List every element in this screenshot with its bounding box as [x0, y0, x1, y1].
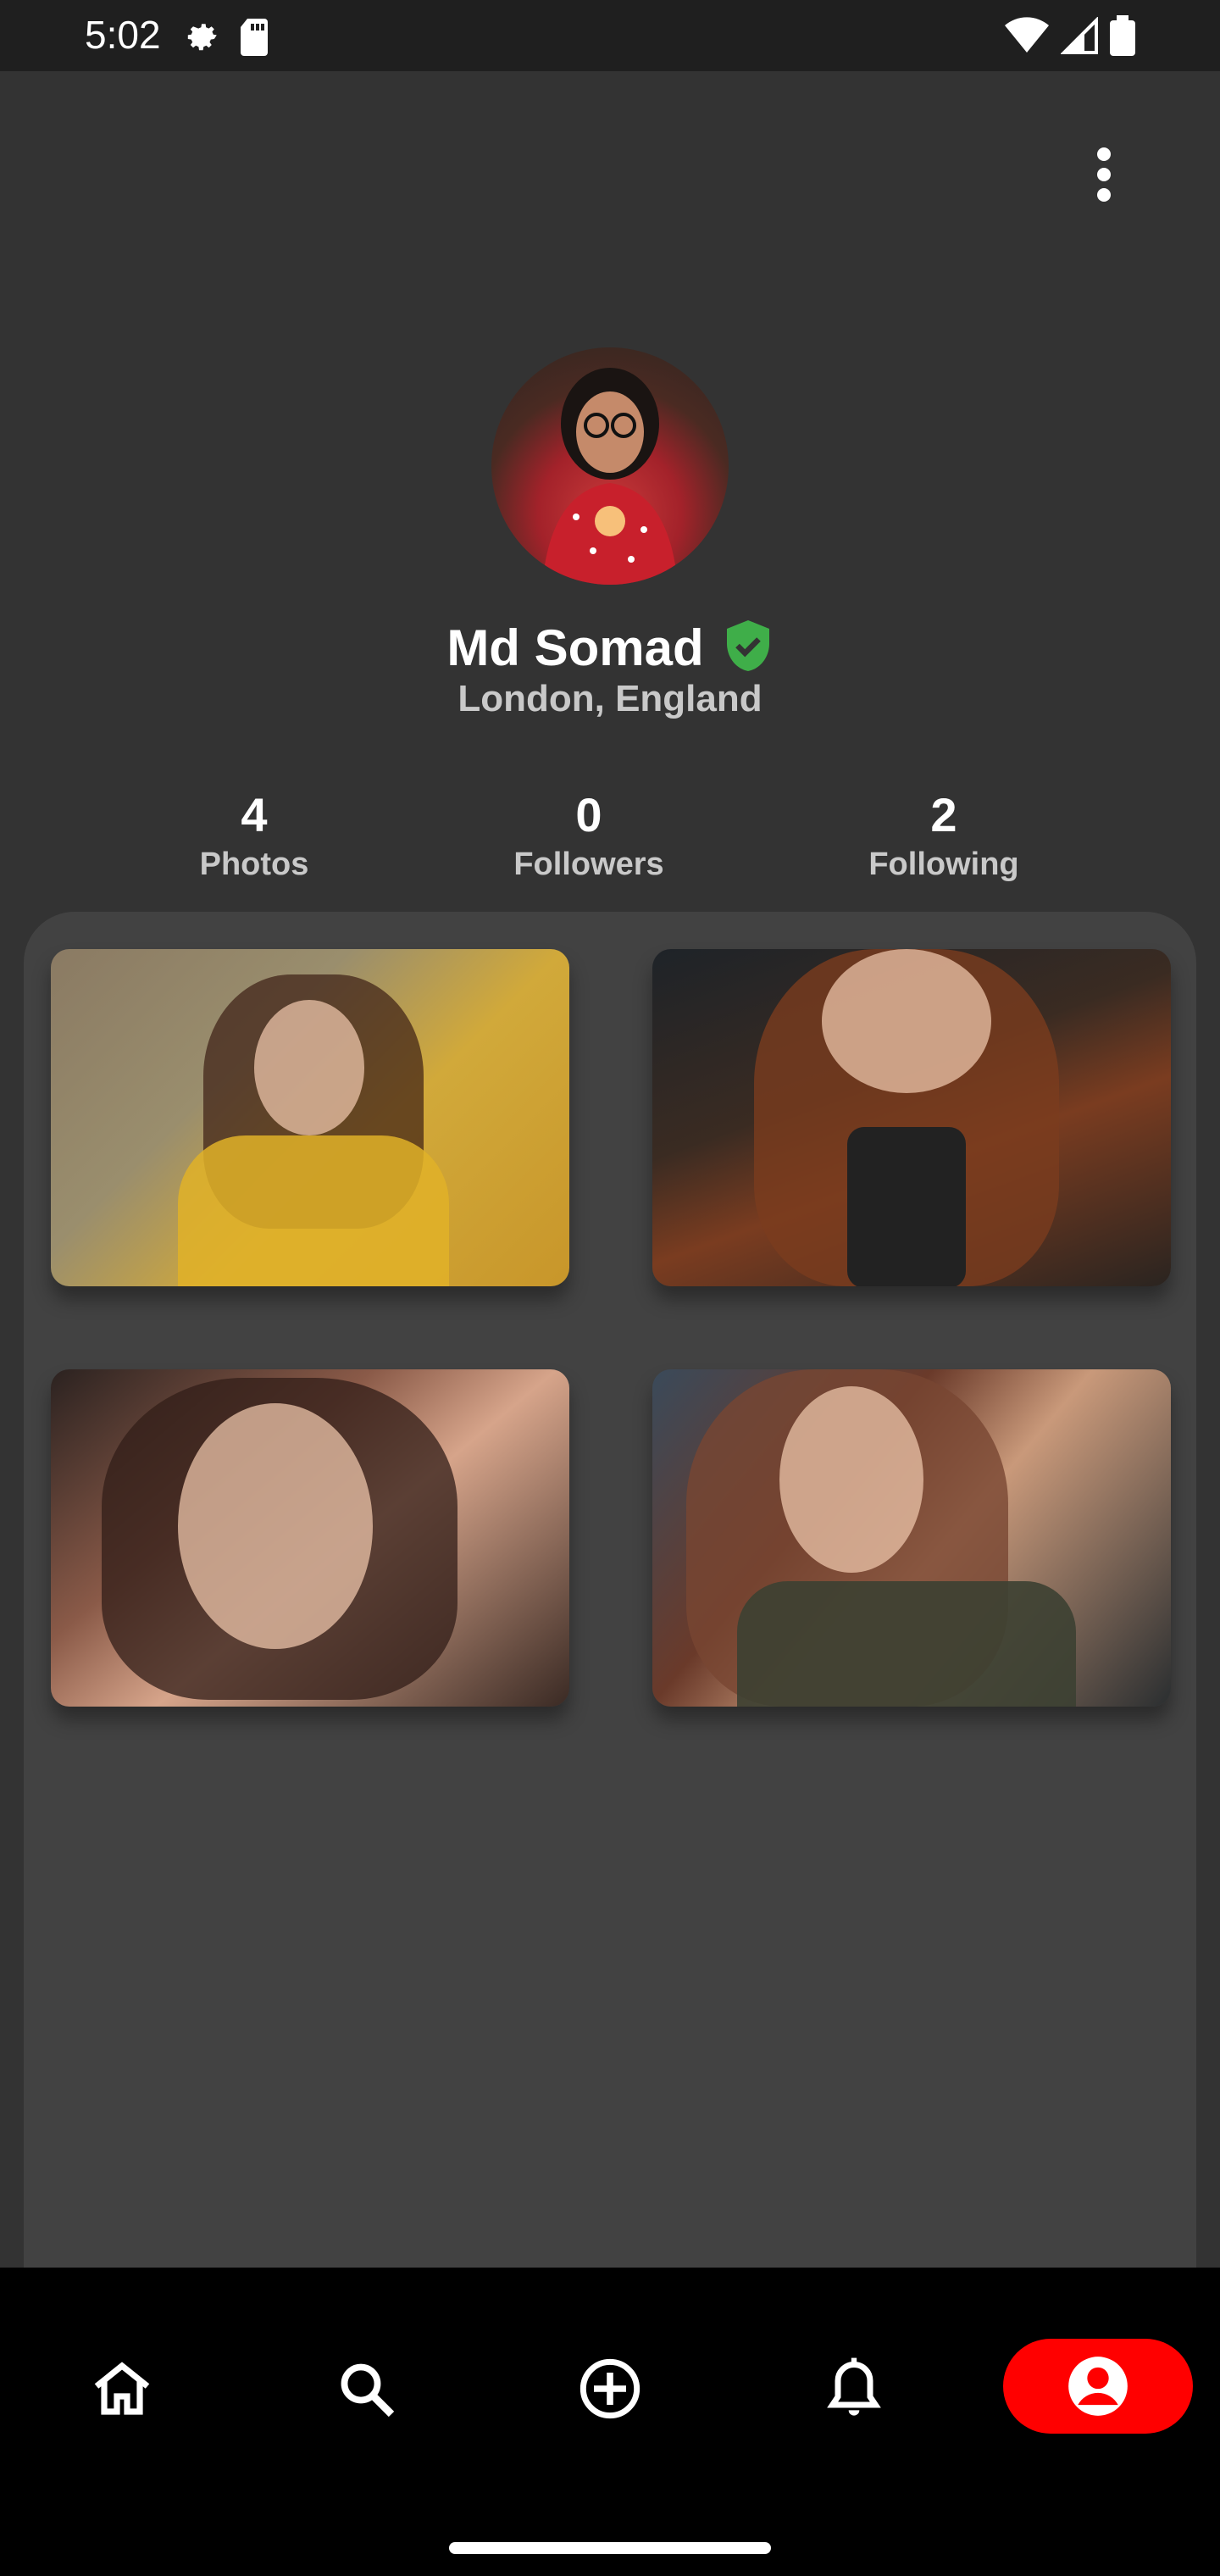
- stat-following-value: 2: [930, 788, 957, 841]
- home-icon: [94, 2362, 150, 2415]
- status-bar: 5:02: [0, 0, 1220, 71]
- avatar[interactable]: [491, 347, 729, 585]
- wifi-icon: [1005, 17, 1049, 58]
- signal-icon: [1060, 16, 1098, 58]
- add-circle-icon: [580, 2358, 640, 2419]
- stat-following-label: Following: [868, 847, 1019, 882]
- nav-home[interactable]: [71, 2342, 173, 2435]
- profile-name-row: Md Somad: [0, 617, 1220, 678]
- gesture-navigation-bar[interactable]: [449, 2542, 771, 2554]
- status-time: 5:02: [85, 13, 161, 57]
- stat-photos-value: 4: [241, 788, 268, 841]
- battery-icon: [1110, 15, 1135, 60]
- more-options-button[interactable]: [1076, 144, 1132, 205]
- profile-name: Md Somad: [446, 619, 704, 676]
- stat-followers-value: 0: [575, 788, 602, 841]
- photo-card[interactable]: [51, 1369, 569, 1707]
- stat-photos[interactable]: 4 Photos: [119, 786, 390, 885]
- photo-card[interactable]: [652, 949, 1171, 1286]
- avatar-image: [542, 368, 678, 585]
- nav-notifications[interactable]: [803, 2342, 905, 2435]
- verified-badge-icon: [723, 618, 774, 678]
- nav-add[interactable]: [559, 2342, 661, 2435]
- stat-followers-label: Followers: [513, 847, 664, 882]
- photo-card[interactable]: [652, 1369, 1171, 1707]
- sd-card-icon: [237, 17, 271, 62]
- stat-followers[interactable]: 0 Followers: [453, 786, 724, 885]
- search-icon: [341, 2363, 395, 2418]
- profile-icon: [1068, 2357, 1128, 2416]
- nav-search[interactable]: [315, 2342, 417, 2435]
- settings-icon: [181, 17, 222, 62]
- nav-profile[interactable]: [1003, 2339, 1193, 2434]
- status-right-icons: [1005, 15, 1135, 60]
- stat-photos-label: Photos: [199, 847, 309, 882]
- status-left-icons: [181, 17, 271, 62]
- more-vertical-icon: [1097, 147, 1111, 202]
- stat-following[interactable]: 2 Following: [808, 786, 1079, 885]
- bottom-navigation: [0, 2268, 1220, 2576]
- profile-location: London, England: [458, 678, 762, 719]
- notifications-icon: [827, 2357, 881, 2416]
- photo-card[interactable]: [51, 949, 569, 1286]
